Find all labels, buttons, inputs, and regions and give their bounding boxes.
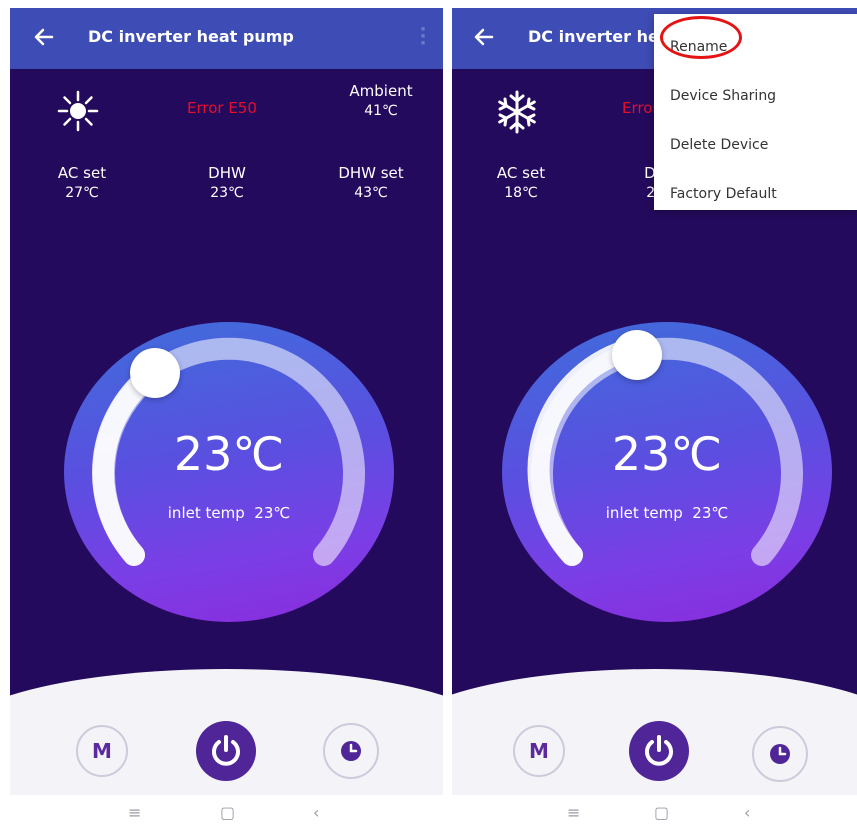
timer-button[interactable] [752,726,808,782]
menu-item-factory-default[interactable]: Factory Default [670,186,777,202]
current-temperature: 23℃ [173,427,285,481]
dhw-set-readout: DHW set 43℃ [326,163,416,203]
inlet-temp-value: 23℃ [692,504,729,522]
system-navbar: ≡ ▢ ‹ [10,795,443,830]
clock-icon [341,741,361,761]
temperature-dial[interactable]: 23℃ inlet temp 23℃ [64,322,394,622]
dhw-label: DHW [208,164,246,182]
dhw-set-value: 43℃ [354,185,388,201]
menu-icon[interactable]: ≡ [128,803,141,822]
inlet-temp-value: 23℃ [254,504,291,522]
back-arrow-icon[interactable] [32,22,56,52]
menu-item-device-sharing[interactable]: Device Sharing [670,88,776,104]
temperature-dial[interactable]: 23℃ inlet temp 23℃ [502,322,832,622]
inlet-temp-line: inlet temp 23℃ [502,504,832,522]
dhw-readout: DHW 23℃ [182,163,272,203]
inlet-temp-label: inlet temp [167,504,245,522]
ac-set-readout: AC set 27℃ [37,163,127,203]
main-panel: Error E50 Ambient 41℃ AC set 27℃ DHW 23℃… [10,69,443,719]
ac-set-readout: AC set 18℃ [476,163,566,203]
bottom-curve [452,669,857,719]
ac-set-value: 27℃ [65,185,99,201]
ac-set-label: AC set [57,164,107,182]
rename-highlight-ring [660,16,742,59]
home-icon[interactable]: ▢ [654,803,669,822]
menu-item-delete-device[interactable]: Delete Device [670,137,768,153]
power-icon [212,735,240,766]
ac-set-label: AC set [496,164,546,182]
bottom-curve [10,669,443,719]
current-temperature: 23℃ [611,427,723,481]
power-button[interactable] [196,721,256,781]
screen-right: DC inverter heat pump Error E50 AC set 1… [452,8,857,830]
sun-icon [56,89,100,133]
clock-icon [770,744,790,764]
inlet-temp-line: inlet temp 23℃ [64,504,394,522]
mode-button-label: M [92,739,112,763]
dial-knob[interactable] [612,330,662,380]
ac-set-value: 18℃ [504,185,538,201]
ambient-value: 41℃ [364,103,398,119]
system-navbar: ≡ ▢ ‹ [452,795,857,830]
back-icon[interactable]: ‹ [313,803,319,822]
dhw-set-label: DHW set [338,164,404,182]
screen-left: DC inverter heat pump · · · Error E50 Ambi… [10,8,443,830]
power-icon [645,735,673,766]
mode-button[interactable]: M [513,725,565,777]
more-options-icon[interactable]: · · · [419,21,427,53]
power-button[interactable] [629,721,689,781]
dial-knob[interactable] [130,348,180,398]
top-app-bar: DC inverter heat pump · · · [10,8,443,69]
dhw-value: 23℃ [210,185,244,201]
error-code: Error E50 [187,99,257,117]
menu-icon[interactable]: ≡ [567,803,580,822]
home-icon[interactable]: ▢ [220,803,235,822]
back-icon[interactable]: ‹ [744,803,750,822]
mode-button[interactable]: M [76,725,128,777]
back-arrow-icon[interactable] [472,22,496,52]
snowflake-icon [495,90,539,134]
timer-button[interactable] [323,723,379,779]
mode-button-label: M [529,739,549,763]
inlet-temp-label: inlet temp [605,504,683,522]
ambient-label: Ambient [349,82,413,100]
ambient-readout: Ambient 41℃ [336,81,426,121]
page-title: DC inverter heat pump [88,27,294,46]
